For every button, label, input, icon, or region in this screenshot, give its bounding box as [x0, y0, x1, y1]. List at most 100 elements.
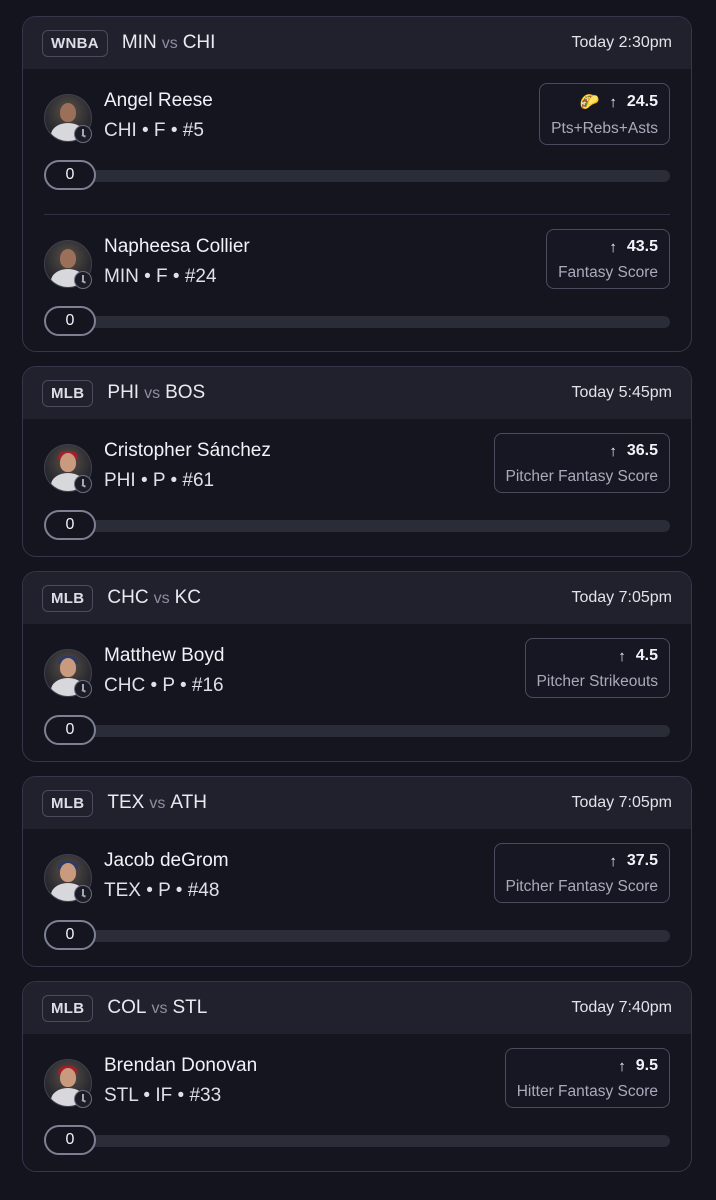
head-shape	[60, 658, 76, 677]
line-value: 36.5	[626, 442, 658, 459]
game-card[interactable]: WNBA MIN vs CHI Today 2:30pm Angel Reese…	[22, 16, 692, 352]
game-time: Today 7:40pm	[571, 999, 672, 1016]
vs-label: vs	[151, 1000, 168, 1017]
vs-label: vs	[149, 795, 166, 812]
league-badge: MLB	[42, 379, 94, 407]
vs-label: vs	[153, 590, 170, 607]
league-badge: MLB	[42, 789, 94, 817]
matchup: COL vs STL	[107, 997, 207, 1019]
line-value: 9.5	[635, 1057, 658, 1074]
vs-label: vs	[144, 385, 161, 402]
prop-line-box[interactable]: ↑ 37.5 Pitcher Fantasy Score	[493, 843, 670, 903]
taco-icon: 🌮	[579, 94, 600, 111]
player-meta: CHI • F • #5	[104, 120, 204, 141]
vs-label: vs	[161, 35, 178, 52]
matchup: MIN vs CHI	[122, 32, 216, 54]
clock-icon	[74, 475, 92, 493]
line-value: 43.5	[626, 238, 658, 255]
stat-type: Hitter Fantasy Score	[516, 1083, 658, 1100]
game-card[interactable]: MLB PHI vs BOS Today 5:45pm Cristopher S…	[22, 366, 692, 557]
player-name: Cristopher Sánchez	[104, 440, 271, 461]
clock-icon	[74, 271, 92, 289]
arrow-up-icon: ↑	[609, 238, 617, 256]
arrow-up-icon: ↑	[609, 442, 617, 460]
game-time: Today 7:05pm	[571, 794, 672, 811]
player-meta: STL • IF • #33	[104, 1085, 222, 1106]
player-name: Napheesa Collier	[104, 236, 250, 257]
progress-track	[44, 930, 670, 942]
prop-line-box[interactable]: ↑ 43.5 Fantasy Score	[546, 229, 670, 289]
away-team: KC	[174, 587, 201, 608]
away-team: CHI	[182, 32, 216, 53]
away-team: ATH	[170, 792, 207, 813]
league-badge: MLB	[42, 994, 94, 1022]
player-row[interactable]: Matthew Boyd CHC • P • #16 ↑ 4.5 Pitcher…	[23, 624, 691, 761]
matchup: PHI vs BOS	[107, 382, 205, 404]
stat-type: Pts+Rebs+Asts	[551, 120, 658, 137]
player-meta: PHI • P • #61	[104, 470, 215, 491]
game-card[interactable]: MLB TEX vs ATH Today 7:05pm Jacob deGrom…	[22, 776, 692, 967]
progress-value: 0	[44, 1125, 96, 1155]
arrow-up-icon: ↑	[609, 852, 617, 870]
progress-track	[44, 1135, 670, 1147]
game-card[interactable]: MLB CHC vs KC Today 7:05pm Matthew Boyd …	[22, 571, 692, 762]
stat-type: Pitcher Fantasy Score	[505, 878, 658, 895]
player-row[interactable]: Jacob deGrom TEX • P • #48 ↑ 37.5 Pitche…	[23, 829, 691, 966]
clock-icon	[74, 1090, 92, 1108]
prop-line-box[interactable]: ↑ 4.5 Pitcher Strikeouts	[524, 638, 670, 698]
prop-line-box[interactable]: 🌮 ↑ 24.5 Pts+Rebs+Asts	[539, 83, 670, 145]
arrow-up-icon: ↑	[618, 647, 626, 665]
player-name: Matthew Boyd	[104, 645, 225, 666]
game-card[interactable]: MLB COL vs STL Today 7:40pm Brendan Dono…	[22, 981, 692, 1172]
clock-icon	[74, 885, 92, 903]
game-header: MLB TEX vs ATH Today 7:05pm	[23, 777, 691, 829]
away-team: STL	[172, 997, 208, 1018]
progress-value: 0	[44, 510, 96, 540]
game-header: MLB PHI vs BOS Today 5:45pm	[23, 367, 691, 419]
player-row[interactable]: Angel Reese CHI • F • #5 🌮 ↑ 24.5 Pts+Re…	[23, 69, 691, 214]
prop-line-box[interactable]: ↑ 36.5 Pitcher Fantasy Score	[493, 433, 670, 493]
progress-value: 0	[44, 160, 96, 190]
player-meta: TEX • P • #48	[104, 880, 220, 901]
home-team: PHI	[107, 382, 140, 403]
player-row[interactable]: Brendan Donovan STL • IF • #33 ↑ 9.5 Hit…	[23, 1034, 691, 1171]
prop-line-box[interactable]: ↑ 9.5 Hitter Fantasy Score	[504, 1048, 670, 1108]
player-meta: CHC • P • #16	[104, 675, 224, 696]
progress-track	[44, 520, 670, 532]
home-team: COL	[107, 997, 147, 1018]
line-value: 4.5	[635, 647, 658, 664]
matchup: TEX vs ATH	[107, 792, 207, 814]
player-name: Angel Reese	[104, 90, 213, 111]
game-header: MLB COL vs STL Today 7:40pm	[23, 982, 691, 1034]
progress-track	[44, 170, 670, 182]
head-shape	[60, 1068, 76, 1087]
stat-type: Pitcher Strikeouts	[536, 673, 658, 690]
progress-track	[44, 316, 670, 328]
player-name: Brendan Donovan	[104, 1055, 258, 1076]
stat-type: Fantasy Score	[558, 264, 658, 281]
line-value: 24.5	[626, 93, 658, 110]
matchup: CHC vs KC	[107, 587, 201, 609]
progress-value: 0	[44, 306, 96, 336]
progress-value: 0	[44, 715, 96, 745]
player-row[interactable]: Napheesa Collier MIN • F • #24 ↑ 43.5 Fa…	[23, 215, 691, 351]
home-team: MIN	[121, 32, 157, 53]
player-row[interactable]: Cristopher Sánchez PHI • P • #61 ↑ 36.5 …	[23, 419, 691, 556]
game-time: Today 7:05pm	[571, 589, 672, 606]
stat-type: Pitcher Fantasy Score	[505, 468, 658, 485]
head-shape	[60, 249, 76, 268]
home-team: CHC	[107, 587, 149, 608]
player-name: Jacob deGrom	[104, 850, 229, 871]
clock-icon	[74, 680, 92, 698]
home-team: TEX	[107, 792, 145, 813]
progress-track	[44, 725, 670, 737]
clock-icon	[74, 125, 92, 143]
head-shape	[60, 453, 76, 472]
league-badge: MLB	[42, 584, 94, 612]
game-time: Today 5:45pm	[571, 384, 672, 401]
arrow-up-icon: ↑	[609, 93, 617, 111]
head-shape	[60, 103, 76, 122]
head-shape	[60, 863, 76, 882]
game-header: MLB CHC vs KC Today 7:05pm	[23, 572, 691, 624]
arrow-up-icon: ↑	[618, 1057, 626, 1075]
